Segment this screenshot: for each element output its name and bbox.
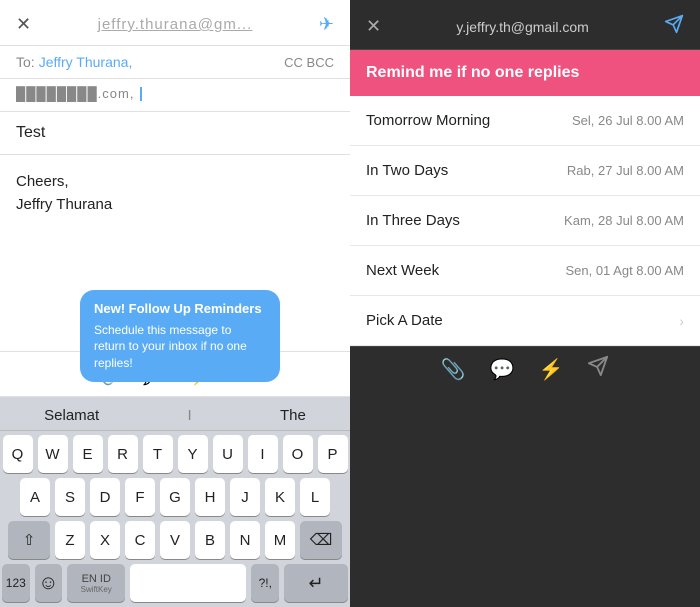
to-row: To: Jeffry Thurana, CC BCC	[0, 46, 350, 79]
reminder-label-tomorrow: Tomorrow Morning	[366, 112, 490, 129]
right-header: ✕ y.jeffry.th@gmail.com	[350, 0, 700, 50]
key-d[interactable]: D	[90, 478, 120, 516]
email-value: ████████.com,	[16, 86, 134, 101]
space-key[interactable]	[130, 564, 246, 602]
right-send-icon[interactable]	[664, 14, 684, 39]
key-s[interactable]: S	[55, 478, 85, 516]
key-rows: Q W E R T Y U I O P A S D F G H J K	[0, 431, 350, 602]
key-q[interactable]: Q	[3, 435, 33, 473]
key-f[interactable]: F	[125, 478, 155, 516]
emoji-key[interactable]: ☺	[35, 564, 63, 602]
key-x[interactable]: X	[90, 521, 120, 559]
right-toolbar: 📎 💬 ⚡	[350, 346, 700, 391]
cursor	[140, 87, 142, 101]
key-u[interactable]: U	[213, 435, 243, 473]
key-z[interactable]: Z	[55, 521, 85, 559]
key-l[interactable]: L	[300, 478, 330, 516]
key-v[interactable]: V	[160, 521, 190, 559]
remind-header: Remind me if no one replies	[350, 50, 700, 96]
reminder-list: Tomorrow Morning Sel, 26 Jul 8.00 AM In …	[350, 96, 700, 346]
reminder-item-three-days[interactable]: In Three Days Kam, 28 Jul 8.00 AM	[350, 196, 700, 246]
key-b[interactable]: B	[195, 521, 225, 559]
right-bolt-icon[interactable]: ⚡	[538, 357, 563, 382]
to-label: To:	[16, 54, 35, 70]
reminder-item-two-days[interactable]: In Two Days Rab, 27 Jul 8.00 AM	[350, 146, 700, 196]
autocorrect-row: Selamat I The	[0, 401, 350, 431]
email-input-row[interactable]: ████████.com,	[0, 79, 350, 112]
key-row-2: A S D F G H J K L	[2, 478, 348, 516]
key-g[interactable]: G	[160, 478, 190, 516]
key-row-3: ⇧ Z X C V B N M ⌫	[2, 521, 348, 559]
key-row-4: 123 ☺ EN ID SwiftKey ?!, ↵	[2, 564, 348, 602]
reminder-date-tomorrow: Sel, 26 Jul 8.00 AM	[572, 113, 684, 128]
send-icon[interactable]: ✈	[319, 14, 334, 35]
backspace-key[interactable]: ⌫	[300, 521, 342, 559]
reminder-label-next-week: Next Week	[366, 262, 439, 279]
left-header: ✕ jeffry.thurana@gm... ✈	[0, 0, 350, 46]
remind-header-text: Remind me if no one replies	[366, 64, 579, 81]
autocorrect-word-3[interactable]: The	[272, 405, 314, 426]
reminder-date-three-days: Kam, 28 Jul 8.00 AM	[564, 213, 684, 228]
key-h[interactable]: H	[195, 478, 225, 516]
reminder-label-two-days: In Two Days	[366, 162, 448, 179]
key-t[interactable]: T	[143, 435, 173, 473]
tooltip-title: New! Follow Up Reminders	[94, 300, 266, 318]
right-reminder-icon[interactable]: 💬	[490, 357, 515, 382]
tooltip-bubble: New! Follow Up Reminders Schedule this m…	[80, 290, 280, 382]
cc-bcc-button[interactable]: CC BCC	[284, 55, 334, 70]
key-e[interactable]: E	[73, 435, 103, 473]
right-header-email: y.jeffry.th@gmail.com	[381, 19, 664, 35]
subject-row[interactable]: Test	[0, 112, 350, 155]
reminder-item-next-week[interactable]: Next Week Sen, 01 Agt 8.00 AM	[350, 246, 700, 296]
reminder-label-three-days: In Three Days	[366, 212, 460, 229]
reminder-date-next-week: Sen, 01 Agt 8.00 AM	[565, 263, 684, 278]
keyboard: Selamat I The Q W E R T Y U I O P A S	[0, 397, 350, 607]
key-c[interactable]: C	[125, 521, 155, 559]
key-k[interactable]: K	[265, 478, 295, 516]
body-text: Cheers,Jeffry Thurana	[16, 171, 334, 216]
key-i[interactable]: I	[248, 435, 278, 473]
number-key[interactable]: 123	[2, 564, 30, 602]
right-close-icon[interactable]: ✕	[366, 16, 381, 37]
language-key[interactable]: EN ID SwiftKey	[67, 564, 125, 602]
key-a[interactable]: A	[20, 478, 50, 516]
right-attachment-icon[interactable]: 📎	[441, 357, 466, 382]
key-r[interactable]: R	[108, 435, 138, 473]
key-n[interactable]: N	[230, 521, 260, 559]
key-w[interactable]: W	[38, 435, 68, 473]
right-keyboard-placeholder	[350, 391, 700, 607]
compose-recipient-header: jeffry.thurana@gm...	[31, 16, 319, 33]
left-panel: ✕ jeffry.thurana@gm... ✈ To: Jeffry Thur…	[0, 0, 350, 607]
close-icon[interactable]: ✕	[16, 14, 31, 35]
reminder-date-two-days: Rab, 27 Jul 8.00 AM	[567, 163, 684, 178]
shift-key[interactable]: ⇧	[8, 521, 50, 559]
return-key[interactable]: ↵	[284, 564, 348, 602]
key-p[interactable]: P	[318, 435, 348, 473]
tooltip-body: Schedule this message to return to your …	[94, 322, 266, 372]
punctuation-key[interactable]: ?!,	[251, 564, 279, 602]
autocorrect-word-1[interactable]: Selamat	[36, 405, 107, 426]
key-o[interactable]: O	[283, 435, 313, 473]
right-panel: ✕ y.jeffry.th@gmail.com Remind me if no …	[350, 0, 700, 607]
chevron-right-icon: ›	[679, 313, 684, 329]
to-name: Jeffry Thurana,	[39, 54, 133, 70]
key-y[interactable]: Y	[178, 435, 208, 473]
key-j[interactable]: J	[230, 478, 260, 516]
key-m[interactable]: M	[265, 521, 295, 559]
subject-text: Test	[16, 124, 45, 141]
reminder-label-pick-date: Pick A Date	[366, 312, 443, 329]
reminder-item-pick-date[interactable]: Pick A Date ›	[350, 296, 700, 346]
key-row-1: Q W E R T Y U I O P	[2, 435, 348, 473]
reminder-item-tomorrow[interactable]: Tomorrow Morning Sel, 26 Jul 8.00 AM	[350, 96, 700, 146]
right-send-toolbar-icon[interactable]	[587, 355, 609, 383]
autocorrect-word-2[interactable]: I	[180, 405, 200, 426]
